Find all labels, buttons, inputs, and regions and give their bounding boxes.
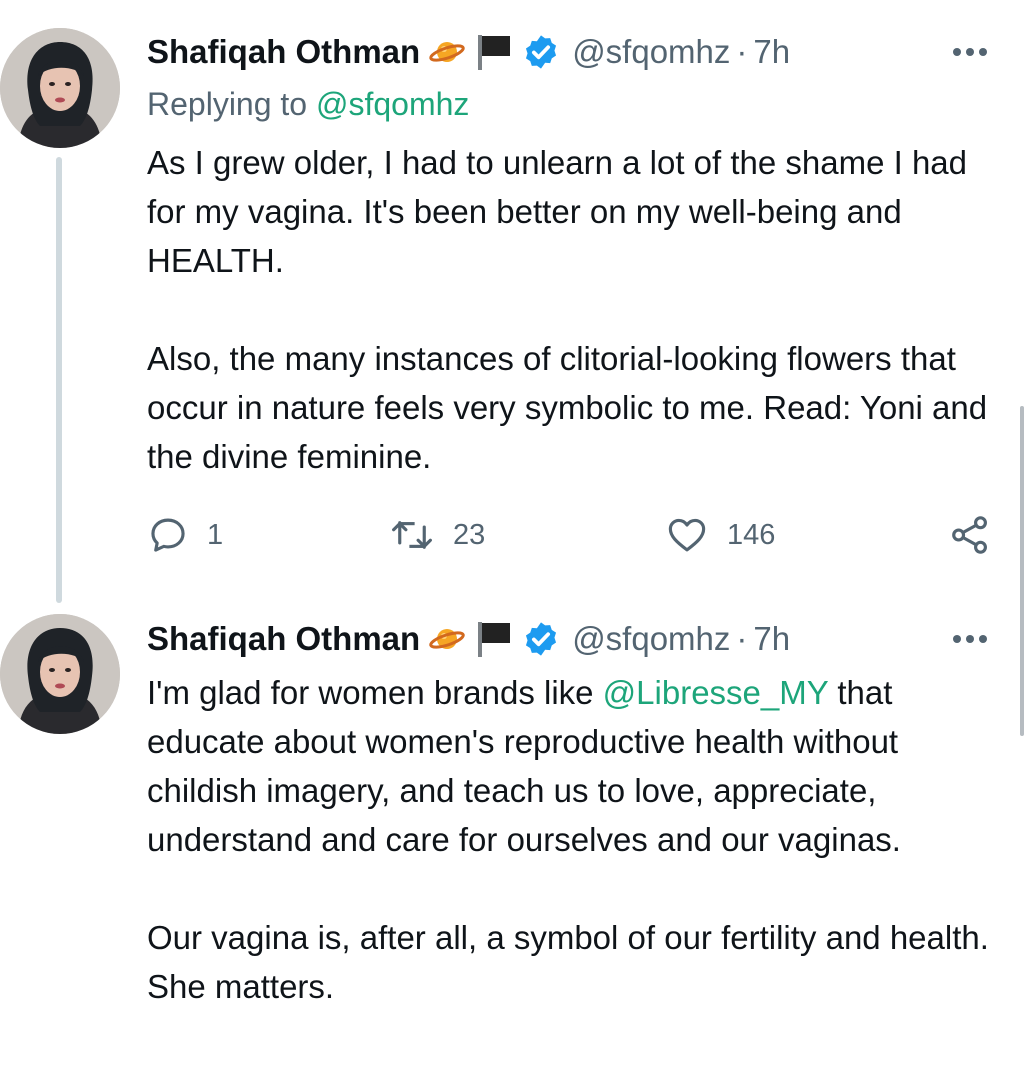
author-name[interactable]: Shafiqah Othman bbox=[147, 33, 420, 71]
tweet-text-part: I'm glad for women brands like bbox=[147, 674, 603, 711]
reply-icon bbox=[151, 518, 185, 552]
ellipsis-icon bbox=[953, 48, 987, 56]
avatar-image bbox=[0, 28, 120, 148]
separator-dot: · bbox=[736, 620, 748, 657]
author-handle[interactable]: @sfqomhz bbox=[572, 620, 730, 658]
planet-icon bbox=[428, 37, 466, 67]
replying-to-line: Replying to @sfqomhz bbox=[147, 86, 469, 123]
tweet-text-part: that educate about women's reproductive … bbox=[147, 674, 989, 1005]
tweet-header: Shafiqah Othman @sfqomhz · 7h bbox=[147, 30, 790, 74]
like-count: 146 bbox=[727, 518, 776, 551]
avatar-image bbox=[0, 614, 120, 734]
tweet: Shafiqah Othman @sfqomhz · 7h bbox=[0, 0, 1024, 600]
scrollbar[interactable] bbox=[1020, 406, 1024, 736]
tweet: Shafiqah Othman @sfqomhz · 7h bbox=[0, 600, 1024, 1081]
avatar[interactable] bbox=[0, 614, 120, 734]
share-icon bbox=[952, 516, 987, 554]
share-button[interactable] bbox=[949, 510, 991, 560]
avatar[interactable] bbox=[0, 28, 120, 148]
retweet-button[interactable]: 23 bbox=[389, 510, 485, 560]
retweet-count: 23 bbox=[453, 518, 486, 551]
reply-count: 1 bbox=[207, 518, 224, 551]
timestamp[interactable]: 7h bbox=[753, 620, 790, 658]
more-options-button[interactable] bbox=[950, 619, 990, 659]
verified-icon[interactable] bbox=[522, 33, 560, 71]
separator-dot: · bbox=[736, 33, 748, 70]
verified-icon[interactable] bbox=[522, 620, 560, 658]
replying-to-label: Replying to bbox=[147, 86, 316, 122]
tweet-text: I'm glad for women brands like @Libresse… bbox=[147, 668, 1007, 1011]
tweet-header: Shafiqah Othman @sfqomhz · 7h bbox=[147, 617, 790, 661]
heart-icon bbox=[668, 518, 706, 552]
author-name[interactable]: Shafiqah Othman bbox=[147, 620, 420, 658]
more-options-button[interactable] bbox=[950, 32, 990, 72]
tweet-text: As I grew older, I had to unlearn a lot … bbox=[147, 144, 988, 475]
retweet-icon bbox=[392, 521, 432, 549]
mention-link[interactable]: @Libresse_MY bbox=[603, 674, 829, 711]
replying-to-mention[interactable]: @sfqomhz bbox=[316, 86, 469, 122]
reply-button[interactable]: 1 bbox=[147, 510, 223, 560]
timestamp[interactable]: 7h bbox=[753, 33, 790, 71]
like-button[interactable]: 146 bbox=[665, 510, 775, 560]
ellipsis-icon bbox=[953, 635, 987, 643]
planet-icon bbox=[428, 624, 466, 654]
author-handle[interactable]: @sfqomhz bbox=[572, 33, 730, 71]
black-flag-icon bbox=[474, 619, 514, 659]
tweet-actions: 1 23 146 bbox=[147, 510, 997, 560]
black-flag-icon bbox=[474, 32, 514, 72]
